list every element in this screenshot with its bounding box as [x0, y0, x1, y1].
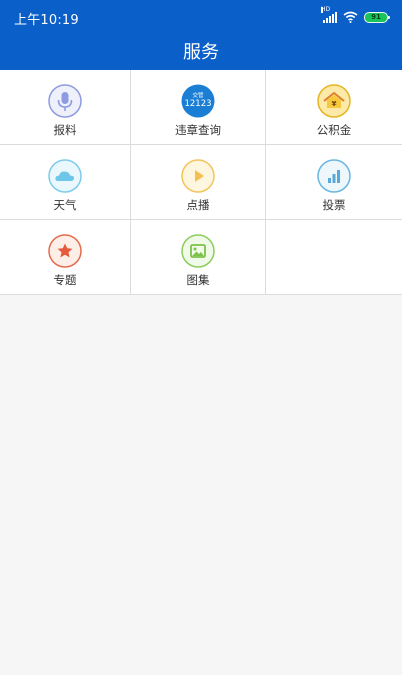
- icon-text-main: 12123: [184, 99, 211, 109]
- star-icon: [48, 234, 82, 268]
- signal-label: HD: [321, 5, 331, 13]
- signal-icon: HD: [321, 6, 337, 23]
- bar-chart-icon: [317, 159, 351, 193]
- service-provident-fund[interactable]: ¥ 公积金: [266, 70, 402, 145]
- service-label: 报料: [53, 123, 77, 137]
- battery-icon: 91: [364, 11, 390, 23]
- service-gallery[interactable]: 图集: [131, 220, 266, 295]
- service-label: 公积金: [316, 123, 352, 137]
- header-bar: 上午10:19 HD 91 服务: [0, 0, 402, 70]
- service-on-demand[interactable]: 点播: [131, 145, 266, 220]
- service-label: 违章查询: [175, 123, 221, 137]
- service-weather[interactable]: 天气: [0, 145, 131, 220]
- traffic-12123-icon: 交管 12123: [181, 84, 215, 118]
- play-icon: [181, 159, 215, 193]
- icon-text-top: 交管: [192, 91, 204, 99]
- status-bar: 上午10:19 HD 91: [0, 0, 402, 34]
- service-label: 专题: [53, 273, 77, 287]
- page-title: 服务: [183, 42, 219, 63]
- service-label: 天气: [53, 198, 77, 212]
- empty-cell: [266, 220, 402, 295]
- services-grid: 报料 交管 12123 违章查询 ¥ 公积金 天气 点播 投票 专题 图集: [0, 70, 402, 295]
- image-icon: [181, 234, 215, 268]
- service-label: 点播: [186, 198, 210, 212]
- service-traffic-violation[interactable]: 交管 12123 违章查询: [131, 70, 266, 145]
- status-time: 上午10:19: [14, 13, 79, 28]
- wifi-icon: [343, 11, 358, 23]
- status-icons: HD 91: [321, 6, 390, 24]
- service-vote[interactable]: 投票: [266, 145, 402, 220]
- microphone-icon: [48, 84, 82, 118]
- service-label: 投票: [322, 198, 346, 212]
- service-topics[interactable]: 专题: [0, 220, 131, 295]
- service-baoliao[interactable]: 报料: [0, 70, 131, 145]
- house-yuan-icon: ¥: [317, 84, 351, 118]
- service-label: 图集: [186, 273, 210, 287]
- svg-text:¥: ¥: [332, 100, 337, 108]
- cloud-icon: [48, 159, 82, 193]
- empty-content-area: [0, 297, 402, 675]
